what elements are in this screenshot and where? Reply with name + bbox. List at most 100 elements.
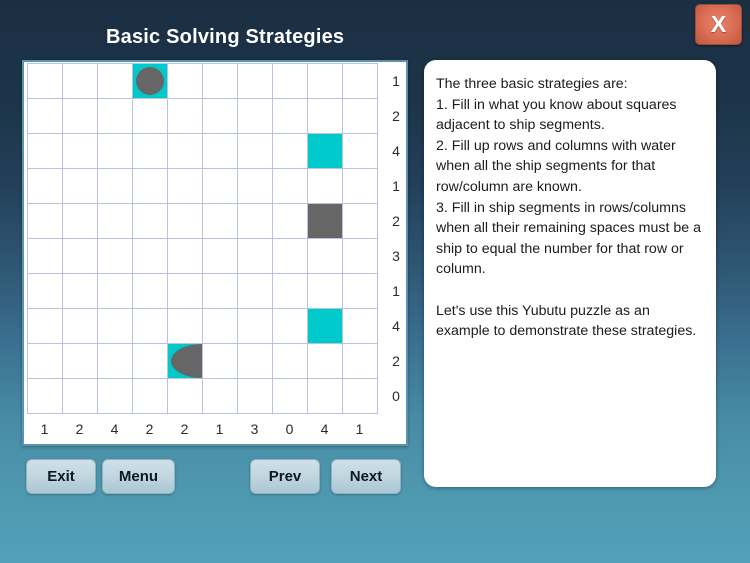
puzzle-grid[interactable] [27, 63, 378, 414]
grid-cell[interactable] [133, 99, 168, 134]
grid-cell[interactable] [98, 64, 133, 99]
grid-cell[interactable] [238, 379, 273, 414]
grid-cell[interactable] [203, 134, 238, 169]
grid-cell[interactable] [308, 134, 343, 169]
grid-cell[interactable] [273, 239, 308, 274]
grid-cell[interactable] [98, 204, 133, 239]
grid-cell[interactable] [98, 99, 133, 134]
grid-cell[interactable] [63, 344, 98, 379]
grid-cell[interactable] [63, 64, 98, 99]
grid-cell[interactable] [273, 379, 308, 414]
grid-cell[interactable] [28, 309, 63, 344]
grid-cell[interactable] [98, 169, 133, 204]
grid-cell[interactable] [203, 64, 238, 99]
grid-cell[interactable] [133, 274, 168, 309]
grid-cell[interactable] [203, 379, 238, 414]
next-button[interactable]: Next [331, 459, 401, 494]
grid-cell[interactable] [168, 99, 203, 134]
grid-cell[interactable] [63, 274, 98, 309]
grid-cell[interactable] [238, 99, 273, 134]
grid-cell[interactable] [238, 134, 273, 169]
prev-button[interactable]: Prev [250, 459, 320, 494]
grid-cell[interactable] [63, 169, 98, 204]
grid-cell[interactable] [308, 169, 343, 204]
grid-cell[interactable] [63, 204, 98, 239]
grid-cell[interactable] [203, 99, 238, 134]
grid-cell[interactable] [343, 169, 378, 204]
grid-cell[interactable] [308, 274, 343, 309]
grid-cell[interactable] [238, 204, 273, 239]
grid-cell[interactable] [203, 169, 238, 204]
grid-cell[interactable] [28, 239, 63, 274]
grid-cell[interactable] [238, 309, 273, 344]
grid-cell[interactable] [203, 344, 238, 379]
grid-cell[interactable] [203, 239, 238, 274]
grid-cell[interactable] [98, 379, 133, 414]
grid-cell[interactable] [63, 99, 98, 134]
grid-cell[interactable] [203, 309, 238, 344]
grid-cell[interactable] [133, 379, 168, 414]
grid-cell[interactable] [168, 309, 203, 344]
grid-cell[interactable] [28, 64, 63, 99]
grid-cell[interactable] [98, 309, 133, 344]
grid-cell[interactable] [28, 204, 63, 239]
grid-cell[interactable] [343, 134, 378, 169]
grid-cell[interactable] [133, 309, 168, 344]
grid-cell[interactable] [343, 379, 378, 414]
grid-cell[interactable] [28, 379, 63, 414]
grid-cell[interactable] [133, 169, 168, 204]
grid-cell[interactable] [273, 64, 308, 99]
grid-cell[interactable] [28, 134, 63, 169]
grid-cell[interactable] [238, 169, 273, 204]
grid-cell[interactable] [308, 64, 343, 99]
grid-cell[interactable] [273, 99, 308, 134]
grid-cell[interactable] [98, 274, 133, 309]
grid-cell[interactable] [63, 309, 98, 344]
grid-cell[interactable] [238, 344, 273, 379]
grid-cell[interactable] [273, 344, 308, 379]
grid-cell[interactable] [63, 134, 98, 169]
grid-cell[interactable] [308, 379, 343, 414]
grid-cell[interactable] [28, 274, 63, 309]
grid-cell[interactable] [238, 64, 273, 99]
grid-cell[interactable] [63, 379, 98, 414]
grid-cell[interactable] [308, 204, 343, 239]
grid-cell[interactable] [238, 239, 273, 274]
grid-cell[interactable] [28, 344, 63, 379]
grid-cell[interactable] [133, 344, 168, 379]
grid-cell[interactable] [343, 204, 378, 239]
grid-cell[interactable] [203, 204, 238, 239]
grid-cell[interactable] [308, 344, 343, 379]
grid-cell[interactable] [343, 274, 378, 309]
grid-cell[interactable] [168, 204, 203, 239]
exit-button[interactable]: Exit [26, 459, 96, 494]
grid-cell[interactable] [308, 239, 343, 274]
grid-cell[interactable] [168, 64, 203, 99]
grid-cell[interactable] [273, 134, 308, 169]
grid-cell[interactable] [343, 64, 378, 99]
grid-cell[interactable] [168, 169, 203, 204]
grid-cell[interactable] [133, 239, 168, 274]
grid-cell[interactable] [168, 379, 203, 414]
grid-cell[interactable] [343, 99, 378, 134]
grid-cell[interactable] [133, 64, 168, 99]
grid-cell[interactable] [308, 99, 343, 134]
grid-cell[interactable] [308, 309, 343, 344]
grid-cell[interactable] [273, 309, 308, 344]
grid-cell[interactable] [273, 204, 308, 239]
close-button[interactable]: X [695, 4, 742, 45]
grid-cell[interactable] [273, 274, 308, 309]
grid-cell[interactable] [98, 344, 133, 379]
grid-cell[interactable] [343, 344, 378, 379]
grid-cell[interactable] [28, 169, 63, 204]
menu-button[interactable]: Menu [102, 459, 175, 494]
grid-cell[interactable] [168, 239, 203, 274]
grid-cell[interactable] [203, 274, 238, 309]
grid-cell[interactable] [98, 239, 133, 274]
puzzle-board[interactable]: 1 2 4 1 2 3 1 4 2 0 1 2 4 2 2 1 3 0 4 1 [22, 60, 408, 446]
grid-cell[interactable] [133, 134, 168, 169]
grid-cell[interactable] [133, 204, 168, 239]
grid-cell[interactable] [28, 99, 63, 134]
grid-cell[interactable] [238, 274, 273, 309]
grid-cell[interactable] [168, 344, 203, 379]
